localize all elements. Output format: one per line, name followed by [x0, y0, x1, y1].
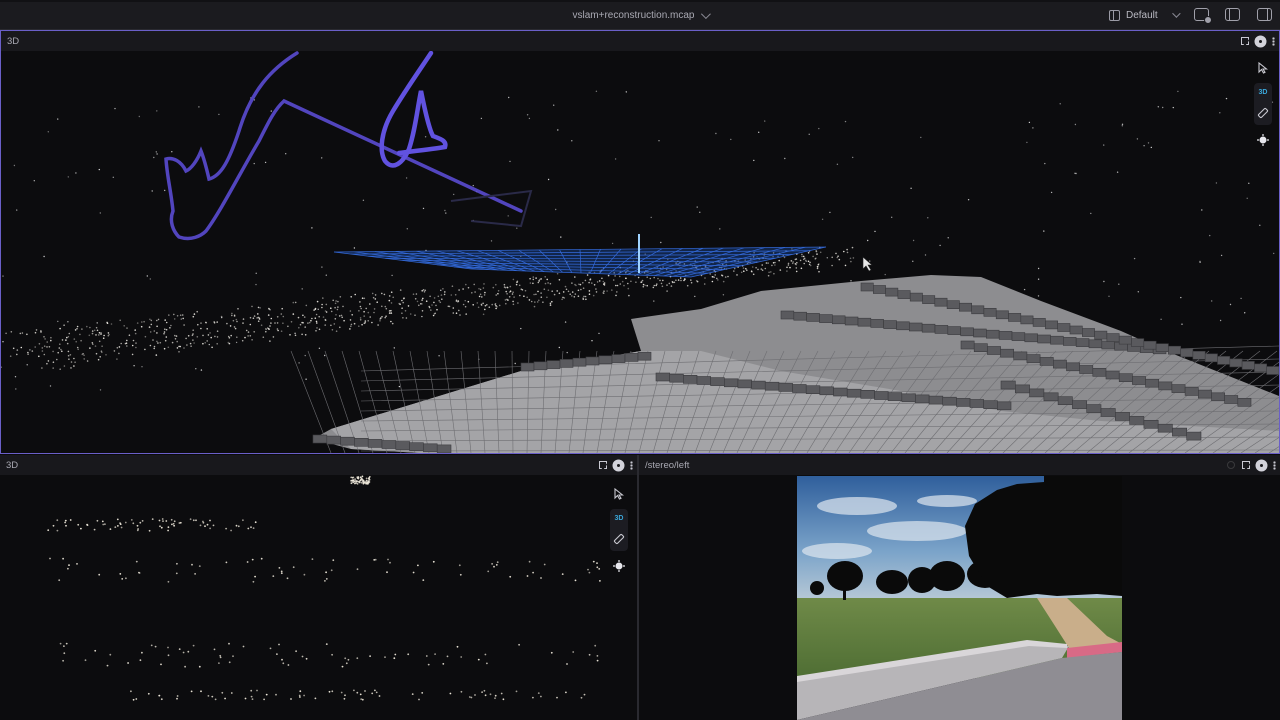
sync-icon[interactable]	[1227, 461, 1235, 469]
more-vertical-icon[interactable]	[630, 460, 633, 470]
view-mode-3d[interactable]: 3D	[610, 512, 628, 524]
right-sidebar-icon[interactable]	[1257, 8, 1272, 21]
panel-image[interactable]: /stereo/left	[639, 455, 1280, 720]
more-vertical-icon[interactable]	[1273, 460, 1276, 470]
scene-viewport[interactable]	[0, 475, 637, 720]
panel-actions	[599, 459, 633, 471]
panel-title: /stereo/left	[645, 459, 690, 471]
camera-frame	[797, 476, 1122, 720]
panel-header: 3D	[0, 455, 637, 475]
ruler-icon[interactable]	[1254, 104, 1272, 122]
chevron-down-icon	[700, 8, 711, 19]
more-vertical-icon[interactable]	[1272, 36, 1275, 46]
chevron-down-icon	[1171, 9, 1181, 18]
view-toolbar: 3D	[1253, 59, 1273, 149]
panel-header: 3D	[1, 31, 1279, 51]
maximize-icon[interactable]	[599, 461, 607, 469]
panel-3d-main[interactable]: 3D 3D	[0, 30, 1280, 454]
app-toolbar: vslam+reconstruction.mcap Default	[0, 0, 1280, 30]
file-name: vslam+reconstruction.mcap	[572, 9, 695, 21]
view-mode-group: 3D	[610, 509, 628, 551]
scene-3d[interactable]	[0, 475, 637, 720]
panel-actions	[1241, 35, 1275, 47]
layout-selector[interactable]: Default	[1109, 7, 1181, 23]
pointer-icon[interactable]	[1254, 59, 1272, 77]
pointer-icon[interactable]	[610, 485, 628, 503]
panel-3d-secondary[interactable]: 3D 3D	[0, 455, 637, 720]
camera-image[interactable]	[797, 476, 1122, 720]
window-edge	[0, 0, 1280, 2]
panel-actions	[1227, 459, 1276, 471]
panel-title: 3D	[6, 459, 19, 471]
panel-title: 3D	[7, 35, 20, 47]
view-mode-3d[interactable]: 3D	[1254, 86, 1272, 98]
ruler-icon[interactable]	[610, 530, 628, 548]
scene-3d[interactable]	[1, 51, 1279, 453]
panel-header: /stereo/left	[639, 455, 1280, 475]
crosshair-icon[interactable]	[1254, 131, 1272, 149]
maximize-icon[interactable]	[1241, 37, 1249, 45]
view-mode-group: 3D	[1254, 83, 1272, 125]
crosshair-icon[interactable]	[610, 557, 628, 575]
file-selector[interactable]: vslam+reconstruction.mcap	[540, 8, 740, 22]
layout-icon	[1109, 9, 1120, 21]
maximize-icon[interactable]	[1242, 461, 1250, 469]
gear-icon[interactable]	[1256, 36, 1265, 46]
view-toolbar: 3D	[609, 485, 629, 575]
left-sidebar-icon[interactable]	[1225, 8, 1240, 21]
add-panel-icon[interactable]	[1194, 8, 1212, 24]
gear-icon[interactable]	[1257, 460, 1266, 470]
layout-label: Default	[1126, 9, 1158, 21]
gear-icon[interactable]	[614, 460, 623, 470]
scene-viewport[interactable]	[1, 51, 1279, 453]
